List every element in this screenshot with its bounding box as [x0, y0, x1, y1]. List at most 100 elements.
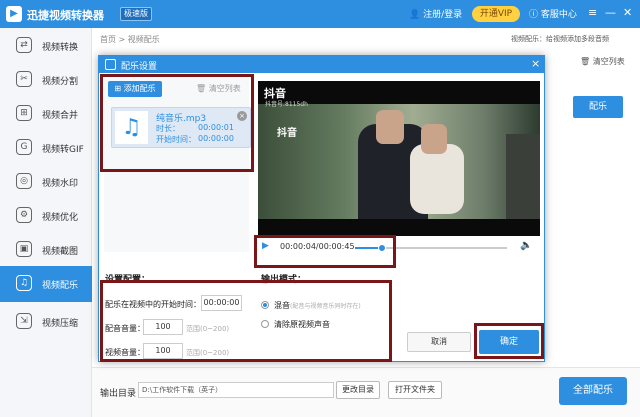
video-volume-range: 范围(0~200) [186, 349, 230, 357]
login-link[interactable]: 👤 注册/登录 [409, 7, 462, 20]
all-music-button[interactable]: 全部配乐 [559, 377, 627, 405]
close-icon[interactable]: ✕ [623, 6, 632, 20]
start-time-input[interactable]: 00:00:00 [201, 295, 242, 311]
video-volume-label: 视频音量： [105, 348, 145, 357]
duration-label: 时长： [156, 124, 180, 133]
watermark-icon: ◎ [16, 173, 32, 189]
volume-icon[interactable]: 🔈 [520, 240, 532, 251]
add-music-label: 添加配乐 [123, 84, 156, 93]
confirm-button[interactable]: 确定 [479, 330, 539, 354]
sidebar-item-label: 视频转GIF [42, 145, 84, 155]
service-link[interactable]: ⓘ 客服中心 [529, 7, 577, 20]
menu-icon[interactable]: ≡ [588, 6, 597, 20]
remove-audio-label: 清除原视频声音 [274, 320, 330, 329]
close-icon[interactable]: × [531, 57, 540, 70]
sidebar-item-label: 视频合并 [42, 111, 79, 121]
trash-icon: 🗑 [580, 57, 593, 66]
sidebar-item-compress[interactable]: ⇲ 视频压缩 [0, 304, 92, 340]
service-label: 客服中心 [540, 10, 577, 20]
mix-label: 混音 [274, 301, 290, 310]
music-volume-input[interactable]: 100 [143, 319, 183, 335]
output-bar: 输出目录 D:\工作软件下载（英子） 更改目录 打开文件夹 全部配乐 [92, 367, 640, 417]
sidebar-item-label: 视频水印 [42, 179, 79, 189]
dialog-icon [105, 59, 116, 70]
clear-list-button[interactable]: 🗑 清空列表 [580, 56, 625, 67]
breadcrumb: 首页 > 视频配乐 [100, 35, 160, 44]
player-time: 00:00:04/00:00:45 [280, 242, 355, 251]
screenshot-icon: ▣ [16, 241, 32, 257]
sidebar-item-label: 视频转换 [42, 43, 79, 53]
mix-note: (配音与视频音乐同时存在) [290, 303, 361, 310]
sidebar: ⇄ 视频转换 ✂ 视频分割 ⊞ 视频合并 G 视频转GIF ◎ 视频水印 ⚙ 视频优化 ▣ 视… [0, 28, 92, 417]
sidebar-item-split[interactable]: ✂ 视频分割 [0, 62, 92, 98]
plus-icon: ⊞ [114, 84, 124, 93]
sidebar-item-merge[interactable]: ⊞ 视频合并 [0, 96, 92, 132]
settings-title: 设置配置： [105, 275, 151, 285]
gif-icon: G [16, 139, 32, 155]
play-icon[interactable]: ▶ [262, 241, 269, 251]
music-button[interactable]: 配乐 [573, 96, 623, 118]
sidebar-item-music[interactable]: ♫ 视频配乐 [0, 266, 92, 302]
app-logo: ▶ [6, 6, 22, 22]
figure-child [410, 144, 464, 214]
login-label: 注册/登录 [423, 10, 463, 20]
sidebar-item-gif[interactable]: G 视频转GIF [0, 130, 92, 166]
sidebar-item-label: 视频压缩 [42, 319, 79, 329]
vip-button[interactable]: 开通VIP [472, 6, 520, 22]
clear-list-label: 清空列表 [592, 57, 625, 66]
gear-icon: ⚙ [16, 207, 32, 223]
progress-bar[interactable] [355, 244, 507, 252]
add-music-button[interactable]: ⊞ 添加配乐 [108, 81, 162, 97]
start-time-label: 配乐在视频中的开始时间： [105, 300, 201, 309]
video-volume-input[interactable]: 100 [143, 343, 183, 359]
sidebar-item-label: 视频配乐 [42, 281, 79, 291]
blurred-face [376, 110, 404, 144]
music-volume-label: 配音音量： [105, 324, 145, 333]
clear-music-list-button[interactable]: 🗑 清空列表 [196, 83, 241, 94]
open-folder-button[interactable]: 打开文件夹 [388, 381, 442, 399]
music-volume-range: 范围(0~200) [186, 325, 230, 333]
cancel-button[interactable]: 取消 [407, 332, 471, 352]
sidebar-item-optimize[interactable]: ⚙ 视频优化 [0, 198, 92, 234]
music-settings-dialog: 配乐设置 × ⊞ 添加配乐 🗑 清空列表 ♫ 纯音乐.mp3 × 时长： 00:… [98, 55, 545, 362]
page-hint: 视频配乐：给视频添加多段音频 [511, 35, 609, 43]
duration-value: 00:00:01 [198, 123, 234, 132]
music-item[interactable]: ♫ 纯音乐.mp3 × 时长： 00:00:01 开始时间： 00:00:00 [111, 107, 251, 148]
video-preview[interactable]: 抖音 抖音号:8115dh 抖音 [258, 81, 540, 236]
remove-icon[interactable]: × [237, 111, 247, 121]
music-list-panel: ⊞ 添加配乐 🗑 清空列表 ♫ 纯音乐.mp3 × 时长： 00:00:01 开… [104, 77, 251, 252]
merge-icon: ⊞ [16, 105, 32, 121]
music-icon: ♫ [16, 275, 32, 291]
dialog-header: 配乐设置 × [99, 56, 544, 73]
watermark-id: 抖音号:8115dh [265, 101, 308, 108]
progress-handle[interactable] [378, 244, 387, 252]
change-dir-button[interactable]: 更改目录 [336, 381, 380, 399]
sidebar-item-convert[interactable]: ⇄ 视频转换 [0, 28, 92, 64]
output-label: 输出目录 [100, 389, 137, 399]
sidebar-item-screenshot[interactable]: ▣ 视频截图 [0, 232, 92, 268]
dialog-title: 配乐设置 [121, 62, 158, 72]
help-icon: ⓘ [529, 10, 541, 20]
figure-right [506, 134, 540, 219]
mix-radio[interactable] [261, 301, 269, 309]
mix-radio-label: 混音(配音与视频音乐同时存在) [274, 300, 361, 311]
minimize-icon[interactable]: — [605, 6, 616, 20]
version-badge: 极速版 [120, 7, 152, 21]
start-value: 00:00:00 [198, 134, 234, 143]
blurred-face [421, 124, 447, 154]
app-title: 迅捷视频转换器 [27, 9, 104, 22]
clear-music-list-label: 清空列表 [208, 84, 241, 93]
trash-icon: 🗑 [196, 84, 209, 93]
player-controls: ▶ 00:00:04/00:00:45 🔈 [258, 238, 540, 258]
compress-icon: ⇲ [16, 313, 32, 329]
video-frame [258, 104, 540, 219]
sidebar-item-label: 视频截图 [42, 247, 79, 257]
sidebar-item-watermark[interactable]: ◎ 视频水印 [0, 164, 92, 200]
output-mode-title: 输出模式： [261, 275, 307, 285]
sidebar-item-label: 视频分割 [42, 77, 79, 87]
watermark-text: 抖音 [277, 128, 297, 139]
start-label: 开始时间： [156, 135, 196, 144]
user-icon: 👤 [409, 10, 424, 20]
remove-audio-radio[interactable] [261, 320, 269, 328]
output-path-field[interactable]: D:\工作软件下载（英子） [138, 382, 334, 398]
